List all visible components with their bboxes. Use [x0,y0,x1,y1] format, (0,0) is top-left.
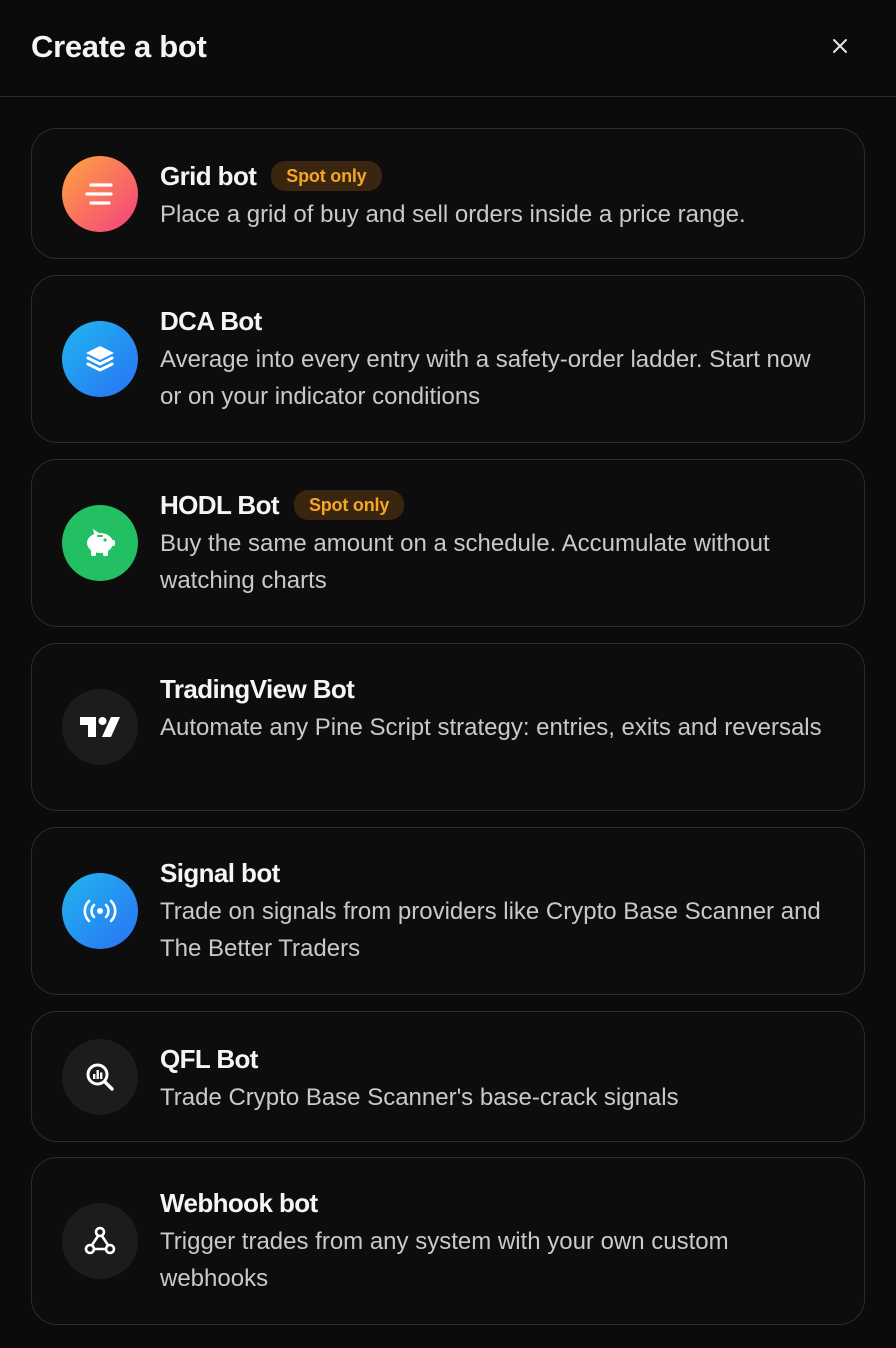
spot-only-badge: Spot only [293,490,405,520]
bot-name: Webhook bot [160,1188,318,1218]
bot-card-webhook[interactable]: Webhook bot Trigger trades from any syst… [31,1157,865,1325]
bot-card-hodl[interactable]: HODL Bot Spot only Buy the same amount o… [31,459,865,627]
dca-bot-icon-badge [62,321,138,397]
webhook-bot-text: Webhook bot Trigger trades from any syst… [160,1186,838,1297]
bot-description: Trade Crypto Base Scanner's base-crack s… [160,1084,679,1111]
spot-only-badge: Spot only [271,161,382,191]
signal-bot-icon-badge [62,873,138,949]
bot-description: Trade on signals from providers like Cry… [160,898,821,962]
tradingview-logo-icon [80,717,120,737]
webhook-bot-icon-badge [62,1203,138,1279]
dca-bot-text: DCA Bot Average into every entry with a … [160,304,838,415]
qfl-bot-text: QFL Bot Trade Crypto Base Scanner's base… [160,1042,838,1116]
bot-name: HODL Bot [160,490,280,520]
bot-description: Trigger trades from any system with your… [160,1228,729,1292]
chart-search-icon [86,1063,114,1091]
grid-bot-icon-badge [62,156,138,232]
close-icon [833,39,847,53]
bot-card-tradingview[interactable]: TradingView Bot Automate any Pine Script… [31,643,865,811]
bot-card-qfl[interactable]: QFL Bot Trade Crypto Base Scanner's base… [31,1011,865,1142]
dialog-header: Create a bot [0,0,896,97]
close-button[interactable] [824,30,856,62]
bot-name: Signal bot [160,858,280,888]
bot-card-signal[interactable]: Signal bot Trade on signals from provide… [31,827,865,995]
signal-bot-text: Signal bot Trade on signals from provide… [160,856,838,967]
create-bot-dialog: Create a bot Grid bot Spot only Place a … [0,0,896,1348]
tradingview-bot-text: TradingView Bot Automate any Pine Script… [160,672,838,746]
grid-bot-text: Grid bot Spot only Place a grid of buy a… [160,159,838,233]
tradingview-bot-icon-badge [62,689,138,765]
bot-description: Place a grid of buy and sell orders insi… [160,201,746,228]
bot-card-dca[interactable]: DCA Bot Average into every entry with a … [31,275,865,443]
bot-name: QFL Bot [160,1044,258,1074]
bot-name: Grid bot [160,161,257,191]
broadcast-signal-icon [83,899,117,923]
piggy-bank-icon [87,529,115,556]
dialog-title: Create a bot [31,29,207,64]
layers-icon [86,346,114,372]
webhook-icon [84,1226,116,1255]
grid-lines-icon [85,183,113,205]
bot-name: TradingView Bot [160,674,355,704]
bot-description: Automate any Pine Script strategy: entri… [160,714,822,741]
bot-name: DCA Bot [160,306,262,336]
hodl-bot-text: HODL Bot Spot only Buy the same amount o… [160,488,838,599]
bot-description: Average into every entry with a safety-o… [160,346,811,410]
qfl-bot-icon-badge [62,1039,138,1115]
bot-card-grid[interactable]: Grid bot Spot only Place a grid of buy a… [31,128,865,259]
bot-description: Buy the same amount on a schedule. Accum… [160,530,770,594]
hodl-bot-icon-badge [62,505,138,581]
